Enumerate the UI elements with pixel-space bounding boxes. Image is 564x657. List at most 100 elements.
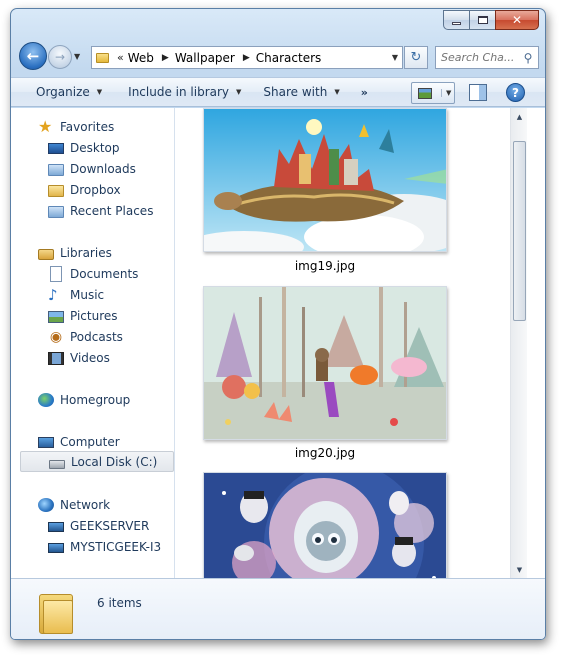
space-characters-artwork — [204, 473, 446, 578]
refresh-button[interactable]: ↻ — [404, 46, 428, 69]
include-in-library-menu[interactable]: Include in library ▼ — [119, 78, 250, 106]
sidebar-item-label: Network — [60, 497, 111, 512]
close-button[interactable]: ✕ — [495, 10, 539, 30]
share-with-label: Share with — [263, 85, 328, 99]
overflow-chevron-icon[interactable]: « — [117, 51, 124, 64]
close-icon: ✕ — [511, 13, 523, 27]
maximize-button[interactable] — [469, 10, 495, 30]
breadcrumb-characters[interactable]: Characters — [256, 51, 322, 65]
sidebar-item-videos[interactable]: Videos — [19, 347, 175, 368]
file-list: img19.jpg img20.jpg ▲ ▼ — [177, 108, 527, 578]
sidebar-item-recent-places[interactable]: Recent Places — [19, 200, 175, 221]
chevron-down-icon[interactable]: ▼ — [441, 89, 451, 97]
sidebar-item-network[interactable]: Network — [19, 494, 175, 515]
sidebar-item-mysticgeek-i3[interactable]: MYSTICGEEK-I3 — [19, 536, 175, 557]
sidebar-item-label: MYSTICGEEK-I3 — [70, 539, 162, 554]
breadcrumb-arrow-icon[interactable]: ▶ — [162, 53, 169, 63]
thumbnail-fantasy-forest[interactable] — [203, 286, 447, 440]
local-disk-icon — [49, 459, 65, 469]
sidebar-item-libraries[interactable]: Libraries — [19, 242, 175, 263]
sidebar-item-geekserver[interactable]: GEEKSERVER — [19, 515, 175, 536]
sidebar-item-dropbox[interactable]: Dropbox — [19, 179, 175, 200]
network-computer-icon — [48, 543, 64, 553]
sidebar-item-documents[interactable]: Documents — [19, 263, 175, 284]
computer-icon — [38, 436, 54, 448]
sidebar-item-label: Homegroup — [60, 392, 131, 407]
breadcrumb-wallpaper[interactable]: Wallpaper — [175, 51, 235, 65]
command-bar: Organize ▼ Include in library ▼ Share with… — [11, 77, 545, 107]
sidebar-item-desktop[interactable]: Desktop — [19, 137, 175, 158]
podcasts-icon: ◉ — [49, 328, 63, 345]
caption-buttons: ✕ — [443, 10, 539, 30]
details-pane: 6 items — [11, 578, 545, 639]
explorer-window: ✕ ← → ▼ « Web ▶ Wallpaper ▶ Characters ▼… — [10, 8, 546, 640]
sidebar-item-computer[interactable]: Computer — [19, 431, 175, 452]
maximize-icon — [477, 16, 488, 24]
minimize-button[interactable] — [443, 10, 469, 30]
sidebar-item-favorites[interactable]: ★ Favorites — [19, 116, 175, 137]
address-history-dropdown[interactable]: ▼ — [392, 53, 398, 62]
sidebar-item-homegroup[interactable]: Homegroup — [19, 389, 175, 410]
search-input[interactable] — [436, 51, 520, 64]
include-in-library-label: Include in library — [128, 85, 230, 99]
back-button[interactable]: ← — [19, 42, 47, 70]
sidebar-item-label: Computer — [60, 434, 120, 449]
sidebar-item-label: Pictures — [70, 308, 118, 323]
organize-menu[interactable]: Organize ▼ — [27, 78, 111, 106]
turtle-island-artwork — [204, 109, 446, 251]
refresh-icon: ↻ — [410, 50, 422, 65]
chevron-down-icon: ▼ — [236, 88, 242, 96]
music-icon: ♪ — [48, 285, 58, 304]
scroll-down-arrow-icon[interactable]: ▼ — [511, 561, 527, 578]
search-box: ⚲ — [435, 46, 539, 69]
search-icon[interactable]: ⚲ — [520, 51, 536, 65]
thumbnail-turtle-island[interactable] — [203, 108, 447, 252]
network-computer-icon — [48, 522, 64, 532]
folder-icon — [39, 590, 73, 634]
organize-label: Organize — [36, 85, 90, 99]
forward-button[interactable]: → — [48, 45, 72, 69]
preview-pane-button[interactable] — [469, 84, 487, 101]
sidebar-item-pictures[interactable]: Pictures — [19, 305, 175, 326]
file-name-label[interactable]: img19.jpg — [203, 259, 447, 273]
file-name-label[interactable]: img20.jpg — [203, 446, 447, 460]
share-with-menu[interactable]: Share with ▼ — [254, 78, 348, 106]
library-icon — [38, 248, 54, 260]
navigation-pane: ★ Favorites Desktop Downloads Dropbox Re… — [19, 108, 175, 578]
network-icon — [38, 497, 54, 512]
vertical-scrollbar[interactable]: ▲ ▼ — [510, 108, 527, 578]
dropbox-folder-icon — [48, 184, 64, 197]
sidebar-item-label: Downloads — [70, 161, 136, 176]
sidebar-item-label: Recent Places — [70, 203, 154, 218]
help-button[interactable]: ? — [506, 83, 525, 102]
scroll-up-arrow-icon[interactable]: ▲ — [511, 108, 527, 125]
sidebar-item-local-disk[interactable]: Local Disk (C:) — [20, 451, 174, 472]
sidebar-item-label: Libraries — [60, 245, 112, 260]
homegroup-icon — [38, 392, 54, 407]
more-commands-button[interactable]: » — [349, 86, 380, 99]
star-icon: ★ — [38, 116, 53, 136]
sidebar-item-downloads[interactable]: Downloads — [19, 158, 175, 179]
documents-icon — [50, 265, 62, 282]
sidebar-item-label: Favorites — [60, 119, 115, 134]
address-bar[interactable]: « Web ▶ Wallpaper ▶ Characters ▼ — [91, 46, 403, 69]
sidebar-item-music[interactable]: ♪ Music — [19, 284, 175, 305]
recent-pages-dropdown[interactable]: ▼ — [74, 52, 80, 61]
change-view-button[interactable]: ▼ — [411, 82, 455, 104]
breadcrumb-arrow-icon[interactable]: ▶ — [243, 53, 250, 63]
sidebar-item-podcasts[interactable]: ◉ Podcasts — [19, 326, 175, 347]
sidebar-item-label: Podcasts — [70, 329, 123, 344]
folder-icon — [96, 52, 109, 63]
chevron-down-icon: ▼ — [96, 88, 103, 96]
sidebar-item-label: Dropbox — [70, 182, 121, 197]
scrollbar-thumb[interactable] — [513, 141, 526, 321]
sidebar-item-label: Videos — [70, 350, 110, 365]
view-icon — [418, 87, 432, 99]
thumbnail-space-characters[interactable] — [203, 472, 447, 578]
content-area: ★ Favorites Desktop Downloads Dropbox Re… — [11, 108, 545, 578]
downloads-folder-icon — [48, 163, 64, 176]
sidebar-item-label: Documents — [70, 266, 139, 281]
breadcrumb-web[interactable]: Web — [128, 51, 154, 65]
help-icon: ? — [512, 85, 519, 100]
desktop-icon — [48, 143, 64, 154]
